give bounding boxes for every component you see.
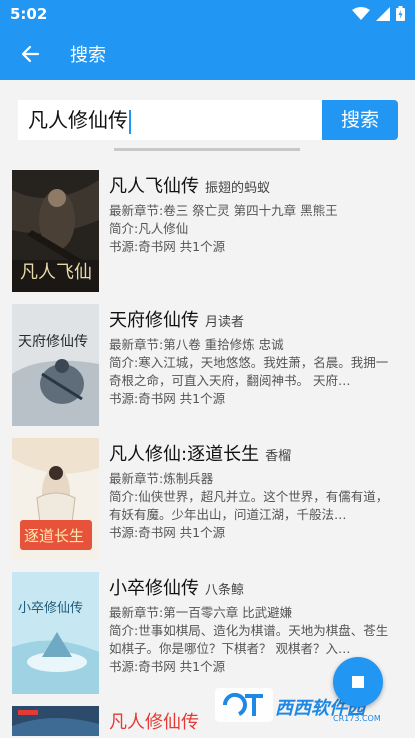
book-name: 天府修仙传 bbox=[109, 310, 199, 331]
search-input[interactable]: 凡人修仙传 bbox=[18, 100, 323, 140]
list-item[interactable]: 逐道长生 凡人修仙:逐道长生 香榴 最新章节:炼制兵器 简介:仙侠世界，超凡并立。… bbox=[0, 428, 415, 562]
back-button[interactable] bbox=[16, 40, 46, 68]
book-intro: 简介:寒入江城，天地悠悠。我姓萧，名晨。我拥一奇根之命，可直入天府，翻阅神书。 … bbox=[109, 355, 389, 388]
search-query: 凡人修仙传 bbox=[28, 108, 128, 132]
book-cover bbox=[12, 706, 99, 736]
book-author: 香榴 bbox=[265, 449, 292, 464]
cover-title: 小卒修仙传 bbox=[18, 601, 83, 616]
book-source: 书源:奇书网 共1个源 bbox=[109, 239, 226, 254]
book-cover: 逐道长生 bbox=[12, 438, 99, 560]
book-cover: 凡人飞仙 bbox=[12, 170, 99, 292]
search-button[interactable]: 搜索 bbox=[322, 100, 398, 140]
stop-icon bbox=[352, 676, 364, 688]
cover-title: 凡人飞仙 bbox=[20, 262, 92, 283]
book-intro: 简介:凡人修仙 bbox=[109, 221, 189, 236]
book-source: 书源:奇书网 共1个源 bbox=[109, 525, 226, 540]
signal-icon bbox=[376, 6, 390, 21]
watermark-logo-icon bbox=[215, 688, 273, 722]
battery-icon bbox=[396, 6, 405, 21]
book-author: 月读者 bbox=[205, 315, 245, 330]
latest-chapter: 最新章节:第一百零六章 比武避嫌 bbox=[109, 605, 293, 620]
book-author: 振翅的蚂蚁 bbox=[205, 181, 271, 196]
book-name: 凡人飞仙传 bbox=[109, 176, 199, 197]
latest-chapter: 最新章节:卷三 祭亡灵 第四十九章 黑熊王 bbox=[109, 203, 338, 218]
cover-title: 逐道长生 bbox=[24, 527, 84, 545]
book-author: 八条鲸 bbox=[205, 583, 245, 598]
book-name: 凡人修仙:逐道长生 bbox=[109, 444, 260, 465]
list-item[interactable]: 凡人飞仙 凡人飞仙传 振翅的蚂蚁 最新章节:卷三 祭亡灵 第四十九章 黑熊王 简介… bbox=[0, 160, 415, 294]
book-cover: 小卒修仙传 bbox=[12, 572, 99, 694]
page-title: 搜索 bbox=[70, 45, 106, 66]
book-name: 小卒修仙传 bbox=[109, 578, 199, 599]
status-time: 5:02 bbox=[10, 5, 48, 23]
book-intro: 简介:世事如棋局、造化为棋谱。天地为棋盘、苍生如棋子。你是哪位？下棋者？ 观棋者… bbox=[109, 623, 389, 656]
wifi-icon bbox=[352, 6, 370, 20]
book-intro: 简介:仙侠世界，超凡并立。这个世界，有儒有道，有妖有魔。少年出山，问道江湖，千般… bbox=[109, 489, 389, 522]
latest-chapter: 最新章节:炼制兵器 bbox=[109, 471, 214, 486]
divider bbox=[114, 148, 300, 151]
search-area: 凡人修仙传 搜索 bbox=[0, 80, 415, 154]
book-name: 凡人修仙传 bbox=[109, 712, 199, 733]
book-cover: 天府修仙传 bbox=[12, 304, 99, 426]
latest-chapter: 最新章节:第八卷 重拾修炼 忠诚 bbox=[109, 337, 284, 352]
app-bar: 搜索 bbox=[0, 28, 415, 80]
text-caret bbox=[129, 109, 131, 134]
list-item[interactable]: 天府修仙传 天府修仙传 月读者 最新章节:第八卷 重拾修炼 忠诚 简介:寒入江城，… bbox=[0, 294, 415, 428]
cover-title: 天府修仙传 bbox=[18, 334, 88, 350]
stop-button[interactable] bbox=[333, 657, 383, 707]
arrow-left-icon bbox=[21, 45, 40, 63]
watermark-site: CR173.COM bbox=[333, 714, 381, 723]
book-source: 书源:奇书网 共1个源 bbox=[109, 391, 226, 406]
status-bar: 5:02 bbox=[0, 0, 415, 28]
